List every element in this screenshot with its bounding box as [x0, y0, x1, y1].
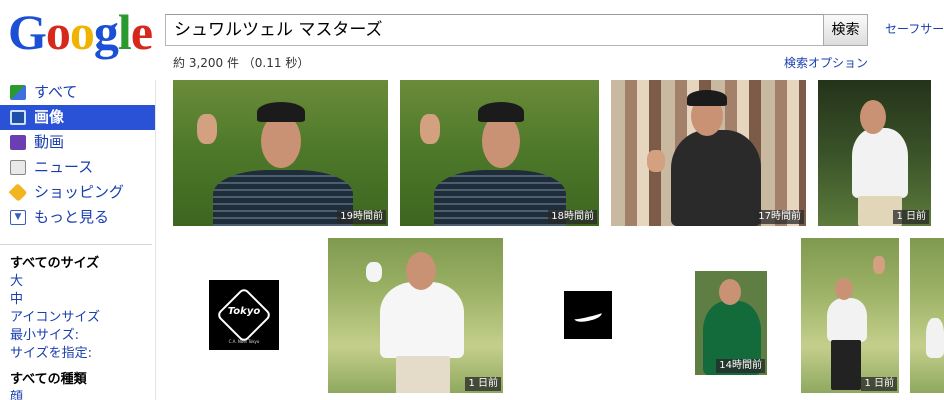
image-result[interactable]: 19時間前	[173, 80, 388, 226]
photo-detail	[827, 298, 867, 342]
photo-detail	[478, 102, 524, 122]
photo-detail	[406, 252, 436, 290]
all-icon	[10, 85, 26, 100]
sidebar-item-label: ニュース	[34, 158, 94, 176]
image-result[interactable]: 1 日前	[328, 238, 503, 393]
photo-detail	[926, 318, 944, 358]
photo-detail	[831, 340, 861, 390]
photo-detail	[213, 170, 353, 226]
result-stats: 約 3,200 件 （0.11 秒）	[173, 56, 310, 70]
logo-letter: l	[117, 4, 132, 60]
image-time-badge: 17時間前	[755, 210, 804, 224]
sidebar-item-label: ショッピング	[34, 183, 125, 201]
photo-detail	[261, 114, 301, 168]
image-time-badge: 14時間前	[716, 359, 765, 373]
image-result[interactable]: 17時間前	[611, 80, 806, 226]
image-result[interactable]: 1 日前	[801, 238, 899, 393]
size-filter-medium[interactable]: 中	[10, 288, 23, 307]
sidebar-item-more[interactable]: ▼ もっと見る	[0, 205, 155, 230]
logo-letter: e	[130, 4, 153, 60]
size-filter-minimum[interactable]: 最小サイズ:	[10, 324, 79, 343]
photo-detail	[719, 279, 741, 305]
type-filter-heading: すべての種類	[10, 372, 87, 387]
size-filter-custom[interactable]: サイズを指定:	[10, 342, 92, 361]
photo-detail	[482, 114, 520, 168]
image-result[interactable]: 18時間前	[400, 80, 599, 226]
photo-detail	[380, 282, 464, 358]
photo-detail	[671, 130, 761, 226]
sidebar-item-all[interactable]: すべて	[0, 80, 155, 105]
logo-letter: o	[45, 4, 71, 60]
shopping-tag-icon	[8, 183, 28, 202]
photo-detail	[835, 278, 853, 300]
sidebar-divider	[0, 244, 152, 245]
sidebar-item-videos[interactable]: 動画	[0, 130, 155, 155]
video-icon	[10, 135, 26, 150]
chevron-down-icon: ▼	[10, 210, 26, 225]
image-result[interactable]: 14時間前	[695, 271, 767, 375]
image-time-badge: 18時間前	[548, 210, 597, 224]
safe-search-link[interactable]: セーフサーチ	[885, 20, 944, 37]
sidebar-item-label: 動画	[34, 133, 65, 151]
sidebar-item-label: すべて	[34, 83, 78, 101]
news-icon	[10, 160, 26, 175]
sidebar-item-label: もっと見る	[34, 208, 110, 226]
image-time-badge: 1 日前	[861, 377, 897, 391]
advanced-search-link[interactable]: 検索オプション	[784, 54, 868, 71]
image-time-badge: 19時間前	[337, 210, 386, 224]
size-filter-large[interactable]: 大	[10, 270, 23, 289]
photo-detail	[366, 262, 382, 282]
logo-letter: o	[69, 4, 95, 60]
image-result[interactable]: 1 日前	[818, 80, 931, 226]
size-filter-heading: すべてのサイズ	[10, 256, 100, 271]
photo-detail	[873, 256, 885, 274]
photo-detail	[257, 102, 305, 122]
image-result[interactable]	[564, 291, 612, 339]
photo-detail	[420, 114, 440, 144]
sidebar-border	[155, 80, 156, 400]
photo-detail	[647, 150, 665, 172]
sidebar-item-shopping[interactable]: ショッピング	[0, 180, 155, 205]
sidebar-item-news[interactable]: ニュース	[0, 155, 155, 180]
sidebar-item-images[interactable]: 画像	[0, 105, 155, 130]
logo-subtext: C.A. Noel Tokyo	[228, 339, 260, 344]
sidebar-item-label: 画像	[34, 108, 65, 126]
search-input[interactable]: シュワルツェル マスターズ	[165, 14, 825, 46]
photo-detail	[396, 356, 450, 393]
image-time-badge: 1 日前	[465, 377, 501, 391]
logo-letter: G	[8, 4, 47, 60]
logo-text: Tokyo	[227, 306, 261, 317]
swoosh-logo-icon	[573, 307, 603, 325]
type-filter-face[interactable]: 顔	[10, 386, 23, 400]
photo-detail	[687, 90, 727, 106]
image-result[interactable]: Tokyo C.A. Noel Tokyo	[209, 280, 279, 350]
sidebar: すべて 画像 動画 ニュース ショッピング ▼ もっと見る	[0, 80, 155, 230]
photo-detail	[852, 128, 908, 198]
image-result[interactable]	[910, 238, 944, 393]
image-time-badge: 1 日前	[893, 210, 929, 224]
photo-detail	[434, 170, 566, 226]
image-icon	[10, 110, 26, 125]
photo-detail	[197, 114, 217, 144]
size-filter-icon[interactable]: アイコンサイズ	[10, 306, 100, 325]
google-logo[interactable]: Google	[8, 4, 153, 60]
search-button[interactable]: 検索	[823, 14, 868, 46]
logo-letter: g	[93, 4, 119, 60]
photo-detail	[860, 100, 886, 134]
